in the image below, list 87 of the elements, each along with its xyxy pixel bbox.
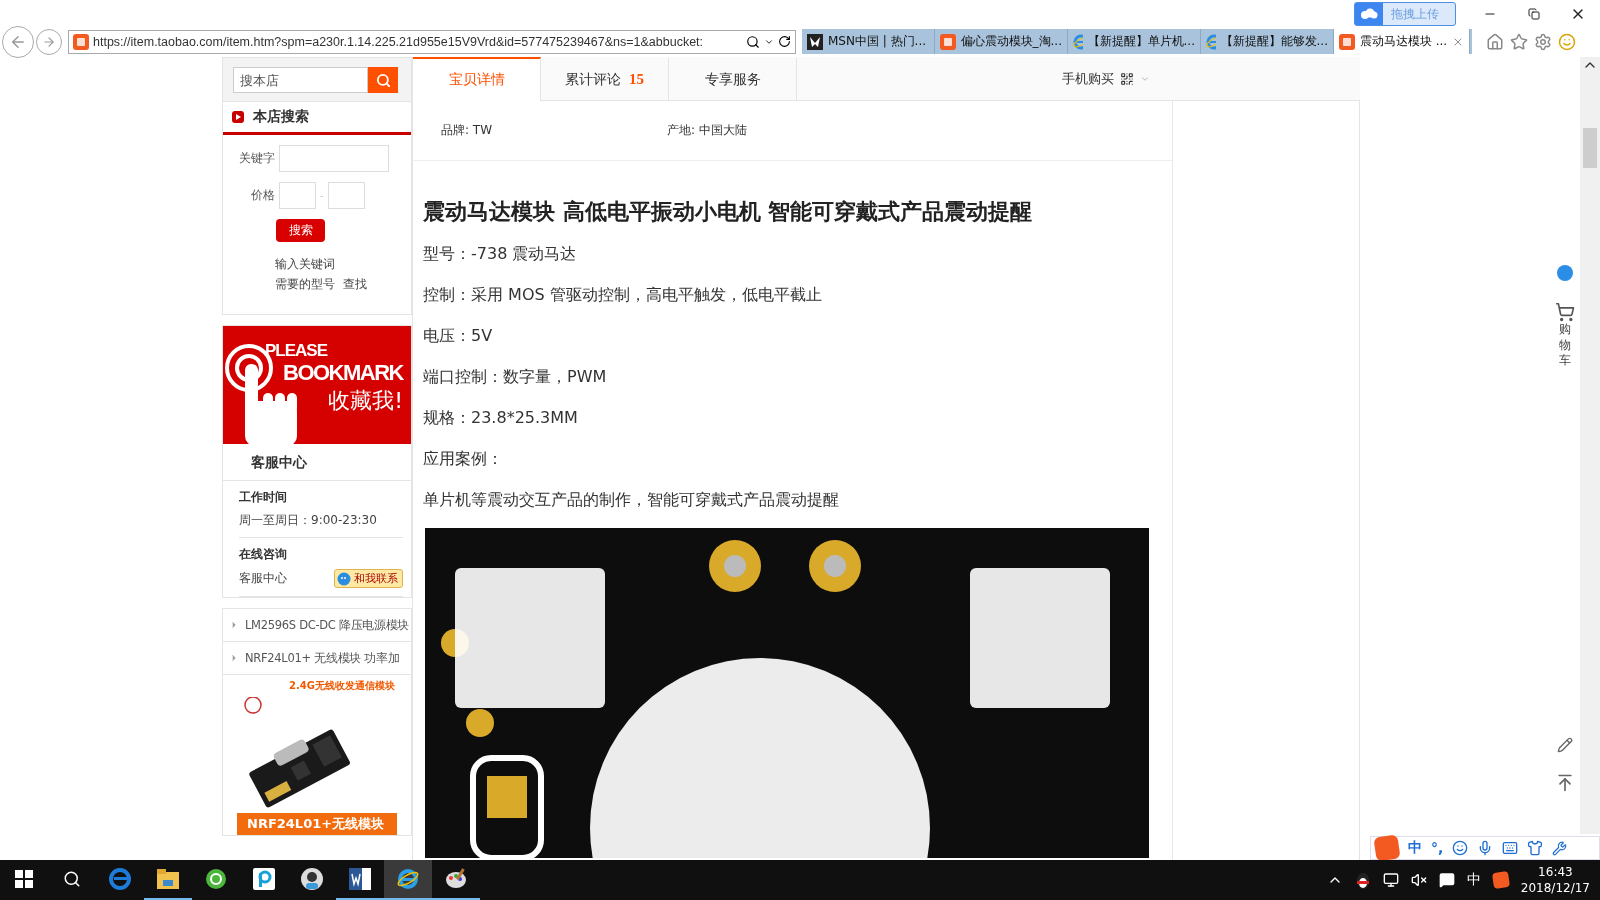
section-title: 本店搜索 (253, 108, 309, 126)
keyword-field[interactable] (279, 145, 389, 172)
favorites-icon[interactable] (1510, 32, 1528, 51)
scrollbar[interactable] (1580, 57, 1600, 834)
attribute-text: 产地: 中国大陆 (667, 122, 748, 139)
consult-heading: 在线咨询 (239, 546, 288, 563)
caret-icon (229, 620, 239, 630)
chat-bubble-icon (337, 571, 351, 586)
description-line: 规格：23.8*25.3MM (423, 407, 579, 429)
description-line: 应用案例： (423, 448, 504, 470)
field-label: 关键字 (238, 150, 275, 167)
description-line: 型号：-738 震动马达 (423, 243, 578, 265)
browser-e-icon[interactable] (384, 860, 432, 900)
detail-tab[interactable]: 专享服务 (669, 57, 797, 100)
penguin-icon[interactable] (1354, 871, 1371, 889)
home-icon[interactable] (1486, 32, 1504, 51)
cart-icon[interactable] (1555, 302, 1575, 322)
date-text: 2018/12/17 (1520, 880, 1590, 896)
contact-button[interactable]: 和我联系 (334, 569, 403, 588)
work-hours-text: 周一至周日：9:00-23:30 (239, 512, 378, 529)
browser-e-icon (1073, 33, 1083, 50)
browser-e-icon (1206, 33, 1216, 50)
windows-logo-icon (15, 870, 33, 888)
clock[interactable]: 16:43 2018/12/17 (1520, 864, 1590, 896)
product-title: 震动马达模块 高低电平振动小电机 智能可穿戴式产品震动提醒 (423, 197, 1034, 226)
product-link[interactable]: LM2596S DC-DC 降压电源模块 (223, 609, 411, 642)
search-icon (63, 870, 81, 888)
description-line: 单片机等震动交互产品的制作，智能可穿戴式产品震动提醒 (423, 489, 840, 511)
language-indicator[interactable]: 中 (1466, 871, 1481, 889)
search-icon (375, 72, 391, 88)
detail-tab[interactable]: 累计评论 15 (541, 57, 669, 100)
min-price-field[interactable] (279, 182, 316, 209)
restore-icon (1528, 8, 1540, 20)
punctuation-mode: °, (1431, 840, 1444, 856)
work-hours-heading: 工作时间 (239, 489, 288, 506)
ad-caption: NRF24L01+无线模块 (237, 813, 397, 835)
notifications-icon[interactable] (1438, 872, 1455, 888)
url-text: https://item.taobao.com/item.htm?spm=a230r.1.14.225.21d955e15V9Vrd&id=577475239467&ns=1&abbucket: (93, 34, 705, 49)
cart-label[interactable]: 购物车 (1559, 322, 1571, 369)
notification-bubble-icon (1556, 264, 1574, 282)
scrollbar-thumb[interactable] (1583, 128, 1597, 168)
emoji-icon[interactable] (1452, 840, 1469, 856)
section-title: 客服中心 (223, 444, 411, 481)
input-method-logo[interactable] (1491, 870, 1510, 890)
banner-text: PLEASE (264, 342, 327, 360)
search-icon[interactable] (746, 34, 760, 49)
banner-text: BOOKMARK (283, 360, 403, 386)
cloud-icon (1360, 8, 1378, 20)
shop-logo-icon (940, 33, 956, 50)
address-bar[interactable]: https://item.taobao.com/item.htm?spm=a230r.1.14.225.21d955e15V9Vrd&id=577475239467&ns=1&abbucket: (68, 29, 796, 54)
shop-logo-icon (73, 33, 89, 50)
settings-icon[interactable] (1534, 32, 1552, 51)
description-line: 端口控制：数字量，PWM (423, 366, 608, 388)
muted-speaker-icon[interactable] (1410, 872, 1427, 888)
ad-headline: 2.4G无线收发通信模块 (289, 679, 395, 693)
time-text: 16:43 (1538, 864, 1573, 880)
review-count: 15 (629, 71, 644, 88)
shop-search-field[interactable]: 搜本店 (233, 67, 368, 93)
range-separator: - (320, 190, 324, 201)
edit-icon[interactable] (1557, 736, 1573, 753)
play-icon (232, 111, 244, 123)
hint-text: 输入关键词 (275, 256, 336, 273)
service-label: 客服中心 (239, 570, 287, 587)
max-price-field[interactable] (327, 182, 365, 209)
description-line: 电压：5V (423, 325, 494, 347)
network-icon[interactable] (1382, 872, 1399, 888)
hint-text: 需要的型号 查找 (275, 276, 368, 293)
product-link[interactable]: NRF24L01+ 无线模块 功率加 (223, 642, 411, 675)
input-method-logo (1373, 834, 1401, 860)
banner-text: 收藏我! (328, 387, 403, 415)
forward-arrow-icon (42, 34, 56, 49)
qr-code-icon (1120, 71, 1134, 86)
mobile-buy-link[interactable]: 手机购买 (1062, 69, 1114, 88)
skin-icon[interactable] (1527, 840, 1544, 856)
shop-logo-icon (1339, 33, 1355, 50)
field-label: 价格 (250, 187, 275, 204)
settings-icon[interactable] (1552, 840, 1568, 856)
browser-tab[interactable]: 震动马达模块 ... (1334, 29, 1470, 54)
back-to-top-icon[interactable] (1555, 772, 1575, 793)
attribute-text: 品牌: TW (441, 122, 494, 139)
butterfly-icon (807, 33, 823, 50)
ime-mode: 中 (1408, 839, 1422, 857)
keyboard-icon[interactable] (1502, 840, 1519, 856)
description-line: 控制：采用 MOS 管驱动控制，高电平触发，低电平截止 (423, 284, 823, 306)
search-button[interactable]: 搜索 (276, 219, 325, 242)
refresh-icon[interactable] (778, 35, 791, 48)
caret-icon (229, 653, 239, 663)
